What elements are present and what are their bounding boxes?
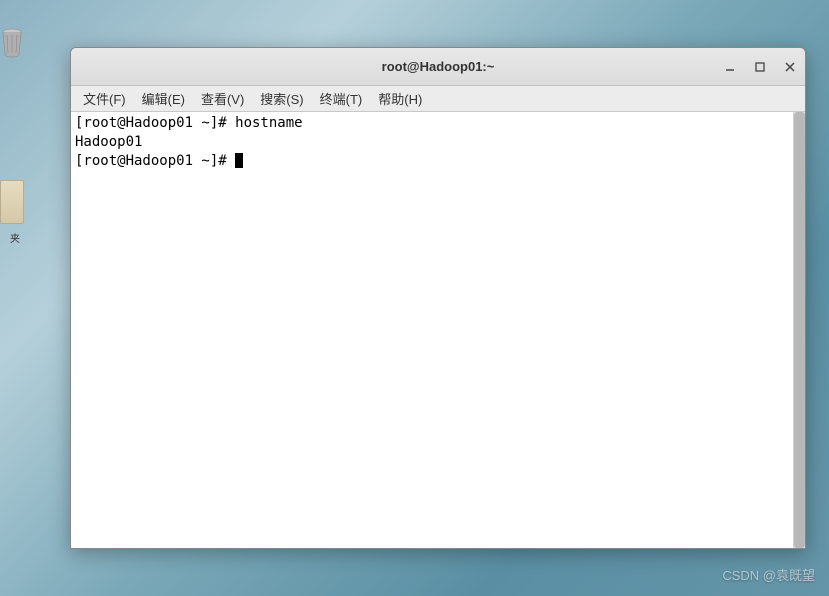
- terminal-line: [root@Hadoop01 ~]#: [75, 152, 801, 171]
- menu-terminal[interactable]: 终端(T): [312, 86, 371, 111]
- menubar: 文件(F) 编辑(E) 查看(V) 搜索(S) 终端(T) 帮助(H): [71, 86, 805, 112]
- maximize-icon: [754, 61, 766, 73]
- window-title: root@Hadoop01:~: [382, 59, 495, 74]
- trash-desktop-icon[interactable]: [0, 28, 30, 63]
- folder-label: 夹: [0, 230, 30, 245]
- terminal-area[interactable]: [root@Hadoop01 ~]# hostname Hadoop01 [ro…: [71, 112, 805, 548]
- menu-file[interactable]: 文件(F): [75, 86, 134, 111]
- menu-help[interactable]: 帮助(H): [370, 86, 430, 111]
- cursor-icon: [235, 153, 243, 168]
- window-controls: [723, 60, 797, 74]
- minimize-button[interactable]: [723, 60, 737, 74]
- maximize-button[interactable]: [753, 60, 767, 74]
- scrollbar[interactable]: [793, 112, 805, 548]
- folder-desktop-icon[interactable]: 夹: [0, 180, 30, 245]
- menu-view[interactable]: 查看(V): [193, 86, 252, 111]
- watermark: CSDN @袁既望: [722, 565, 815, 584]
- terminal-window: root@Hadoop01:~ 文件(F) 编辑(E) 查看(: [70, 47, 806, 549]
- trash-icon: [0, 28, 24, 58]
- terminal-line: Hadoop01: [75, 133, 801, 152]
- menu-edit[interactable]: 编辑(E): [134, 86, 193, 111]
- terminal-line: [root@Hadoop01 ~]# hostname: [75, 114, 801, 133]
- menu-search[interactable]: 搜索(S): [252, 86, 311, 111]
- scroll-thumb[interactable]: [794, 112, 805, 548]
- prompt-text: [root@Hadoop01 ~]#: [75, 153, 235, 169]
- folder-icon: [0, 180, 24, 224]
- titlebar[interactable]: root@Hadoop01:~: [71, 48, 805, 86]
- minimize-icon: [724, 61, 736, 73]
- close-button[interactable]: [783, 60, 797, 74]
- close-icon: [784, 61, 796, 73]
